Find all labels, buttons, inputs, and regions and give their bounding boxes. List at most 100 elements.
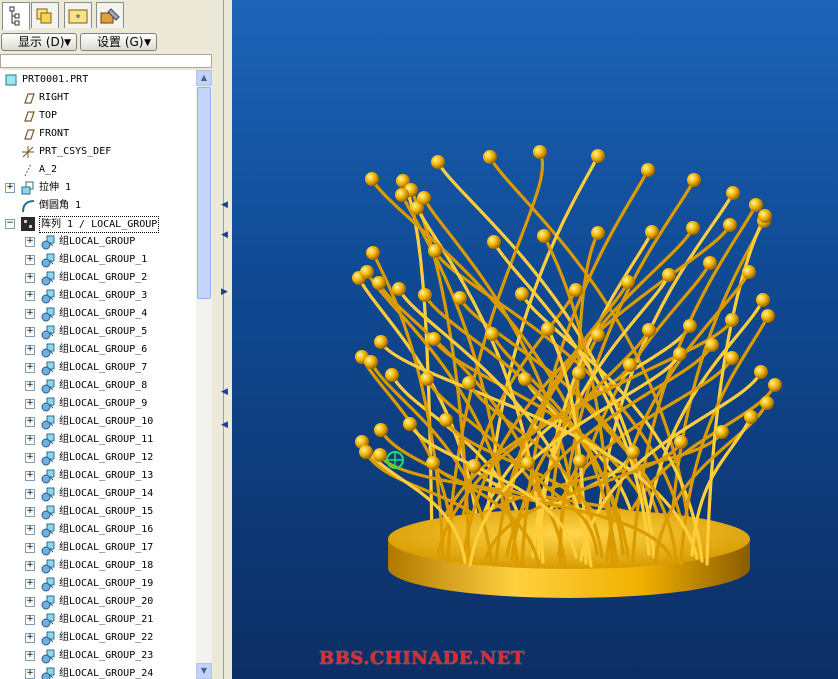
expand-icon[interactable]: +: [25, 579, 35, 589]
expand-icon[interactable]: +: [25, 453, 35, 463]
expand-icon[interactable]: +: [25, 327, 35, 337]
tree-item[interactable]: + 组LOCAL_GROUP_1: [0, 251, 196, 269]
expand-icon[interactable]: +: [25, 597, 35, 607]
collapse-arrow-icon[interactable]: ◀: [221, 387, 228, 397]
stem-ball: [768, 378, 782, 392]
collapse-arrow-icon[interactable]: ◀: [221, 230, 228, 240]
tree-item[interactable]: FRONT: [0, 125, 196, 143]
group-icon: [40, 666, 56, 679]
datum-plane-icon: [20, 126, 36, 142]
tree-item[interactable]: + 组LOCAL_GROUP_16: [0, 521, 196, 539]
expand-icon[interactable]: +: [5, 183, 15, 193]
tree-item[interactable]: 倒圆角 1: [0, 197, 196, 215]
expand-arrow-icon[interactable]: ▶: [221, 287, 228, 297]
expand-icon[interactable]: +: [25, 669, 35, 679]
stem-ball: [744, 410, 758, 424]
tree-item[interactable]: + 组LOCAL_GROUP_7: [0, 359, 196, 377]
stem-ball: [364, 355, 378, 369]
show-menu-button[interactable]: 显示 (D) ▼: [1, 33, 77, 51]
expand-icon[interactable]: +: [25, 309, 35, 319]
panel-splitter[interactable]: ◀ ◀ ▶ ◀ ◀: [215, 0, 232, 679]
settings-menu-label: 设置 (G): [97, 35, 144, 49]
group-icon: [40, 270, 56, 286]
scroll-up-button[interactable]: ▲: [196, 70, 212, 86]
expand-icon[interactable]: +: [25, 435, 35, 445]
stem-ball: [518, 372, 532, 386]
stem-ball: [372, 276, 386, 290]
expand-icon[interactable]: +: [25, 471, 35, 481]
expand-icon[interactable]: +: [25, 507, 35, 517]
expand-icon[interactable]: +: [25, 651, 35, 661]
expand-icon[interactable]: +: [25, 399, 35, 409]
tab-model-tree[interactable]: [2, 2, 30, 31]
tree-item[interactable]: + 组LOCAL_GROUP_14: [0, 485, 196, 503]
tree-item[interactable]: + 组LOCAL_GROUP_12: [0, 449, 196, 467]
3d-model-render: [352, 145, 782, 598]
expand-icon[interactable]: +: [25, 363, 35, 373]
stem-ball: [467, 459, 481, 473]
tree-item[interactable]: − 阵列 1 / LOCAL_GROUP: [0, 215, 196, 233]
collapse-arrow-icon[interactable]: ◀: [221, 420, 228, 430]
tree-item[interactable]: + 组LOCAL_GROUP_19: [0, 575, 196, 593]
expand-icon[interactable]: +: [25, 237, 35, 247]
expand-icon[interactable]: +: [25, 381, 35, 391]
stem-ball: [521, 456, 535, 470]
tree-item[interactable]: PRT0001.PRT: [0, 71, 196, 89]
tree-item-label: 组LOCAL_GROUP_24: [59, 668, 154, 679]
tree-item[interactable]: + 组LOCAL_GROUP_3: [0, 287, 196, 305]
connections-icon: [100, 8, 120, 24]
tree-item[interactable]: + 拉伸 1: [0, 179, 196, 197]
graphics-viewport[interactable]: BBS.CHINADE.NET: [232, 0, 838, 679]
tree-item[interactable]: + 组LOCAL_GROUP_2: [0, 269, 196, 287]
expand-icon[interactable]: +: [25, 525, 35, 535]
tree-item[interactable]: TOP: [0, 107, 196, 125]
tab-folder-browser[interactable]: [31, 2, 59, 28]
expand-icon[interactable]: +: [25, 417, 35, 427]
tree-item[interactable]: A_2: [0, 161, 196, 179]
tree-scrollbar[interactable]: ▲ ▼: [196, 70, 212, 679]
tree-item[interactable]: + 组LOCAL_GROUP_22: [0, 629, 196, 647]
scroll-thumb[interactable]: [197, 87, 211, 299]
tree-item[interactable]: PRT_CSYS_DEF: [0, 143, 196, 161]
expand-icon[interactable]: +: [25, 255, 35, 265]
tree-item-label: TOP: [39, 110, 58, 121]
tree-item[interactable]: + 组LOCAL_GROUP_23: [0, 647, 196, 665]
expand-icon[interactable]: +: [25, 543, 35, 553]
stem-ball: [572, 366, 586, 380]
tree-item[interactable]: + 组LOCAL_GROUP: [0, 233, 196, 251]
scroll-down-button[interactable]: ▼: [196, 663, 212, 679]
expand-icon[interactable]: +: [25, 489, 35, 499]
tree-item-label: 组LOCAL_GROUP_18: [59, 560, 154, 571]
tree-item[interactable]: + 组LOCAL_GROUP_5: [0, 323, 196, 341]
tree-item[interactable]: + 组LOCAL_GROUP_17: [0, 539, 196, 557]
tree-item[interactable]: + 组LOCAL_GROUP_21: [0, 611, 196, 629]
tree-item[interactable]: + 组LOCAL_GROUP_15: [0, 503, 196, 521]
tree-item[interactable]: + 组LOCAL_GROUP_6: [0, 341, 196, 359]
stem-ball: [485, 327, 499, 341]
tree-item[interactable]: + 组LOCAL_GROUP_20: [0, 593, 196, 611]
tree-item[interactable]: + 组LOCAL_GROUP_9: [0, 395, 196, 413]
expand-icon[interactable]: +: [25, 633, 35, 643]
tree-item[interactable]: + 组LOCAL_GROUP_4: [0, 305, 196, 323]
tree-item[interactable]: + 组LOCAL_GROUP_24: [0, 665, 196, 679]
tree-item[interactable]: + 组LOCAL_GROUP_18: [0, 557, 196, 575]
collapse-arrow-icon[interactable]: ◀: [221, 200, 228, 210]
collapse-icon[interactable]: −: [5, 219, 15, 229]
settings-menu-button[interactable]: 设置 (G) ▼: [80, 33, 157, 51]
tree-item[interactable]: + 组LOCAL_GROUP_8: [0, 377, 196, 395]
tree-item[interactable]: + 组LOCAL_GROUP_11: [0, 431, 196, 449]
tree-item[interactable]: + 组LOCAL_GROUP_13: [0, 467, 196, 485]
expand-icon[interactable]: +: [25, 561, 35, 571]
model-tree-icon: [9, 6, 20, 26]
tree-item[interactable]: RIGHT: [0, 89, 196, 107]
tree-item-label: PRT_CSYS_DEF: [39, 146, 112, 157]
expand-icon[interactable]: +: [25, 615, 35, 625]
expand-icon[interactable]: +: [25, 345, 35, 355]
expand-icon[interactable]: +: [25, 291, 35, 301]
group-icon: [40, 630, 56, 646]
stem-ball: [453, 291, 467, 305]
tab-connections[interactable]: [96, 2, 124, 28]
tree-item[interactable]: + 组LOCAL_GROUP_10: [0, 413, 196, 431]
tab-favorites[interactable]: *: [64, 2, 92, 28]
expand-icon[interactable]: +: [25, 273, 35, 283]
